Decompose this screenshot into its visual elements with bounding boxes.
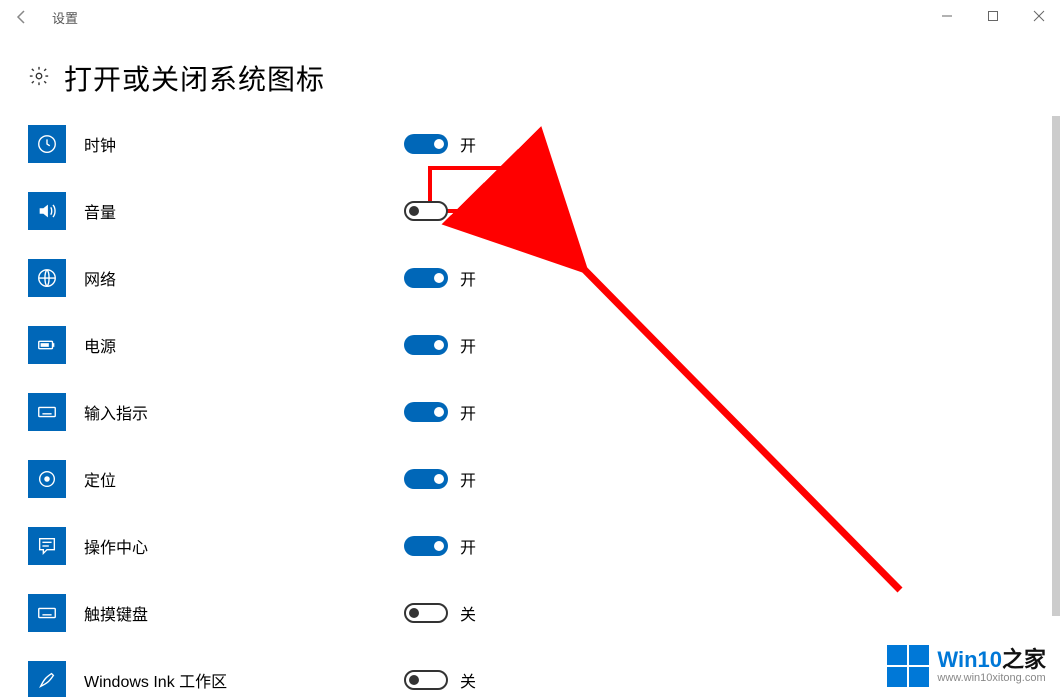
settings-list: 时钟开音量关网络开电源开输入指示开定位开操作中心开触摸键盘关Windows In… bbox=[0, 110, 1062, 697]
toggle-state-label: 开 bbox=[460, 266, 476, 290]
toggle-state-label: 关 bbox=[460, 199, 476, 223]
minimize-button[interactable] bbox=[924, 0, 970, 32]
toggle-wrap: 关 bbox=[404, 601, 476, 625]
toggle-wrap: 开 bbox=[404, 467, 476, 491]
windows-logo-icon bbox=[887, 645, 929, 687]
close-button[interactable] bbox=[1016, 0, 1062, 32]
settings-row: 音量 关 bbox=[0, 177, 1062, 244]
toggle-wrap: 关 bbox=[404, 668, 476, 692]
gear-icon bbox=[28, 65, 50, 92]
power-icon bbox=[28, 326, 66, 364]
toggle-switch[interactable] bbox=[404, 335, 448, 355]
toggle-wrap: 开 bbox=[404, 132, 476, 156]
toggle-wrap: 开 bbox=[404, 266, 476, 290]
back-button[interactable] bbox=[8, 3, 36, 31]
page-header: 打开或关闭系统图标 bbox=[28, 58, 1062, 98]
clock-icon bbox=[28, 125, 66, 163]
maximize-button[interactable] bbox=[970, 0, 1016, 32]
settings-row-label: 输入指示 bbox=[84, 400, 404, 424]
location-icon bbox=[28, 460, 66, 498]
settings-row: 定位 开 bbox=[0, 445, 1062, 512]
settings-row: 操作中心 开 bbox=[0, 512, 1062, 579]
settings-row: 触摸键盘 关 bbox=[0, 579, 1062, 646]
settings-row-label: Windows Ink 工作区 bbox=[84, 668, 404, 692]
toggle-wrap: 开 bbox=[404, 534, 476, 558]
toggle-switch[interactable] bbox=[404, 670, 448, 690]
titlebar: 设置 bbox=[0, 0, 1062, 34]
toggle-state-label: 关 bbox=[460, 601, 476, 625]
touch-keyboard-icon bbox=[28, 594, 66, 632]
page-title: 打开或关闭系统图标 bbox=[64, 58, 325, 98]
network-icon bbox=[28, 259, 66, 297]
toggle-state-label: 关 bbox=[460, 668, 476, 692]
toggle-state-label: 开 bbox=[460, 534, 476, 558]
toggle-switch[interactable] bbox=[404, 536, 448, 556]
toggle-switch[interactable] bbox=[404, 603, 448, 623]
settings-row: 网络 开 bbox=[0, 244, 1062, 311]
window-controls bbox=[924, 0, 1062, 32]
ink-icon bbox=[28, 661, 66, 697]
settings-row-label: 网络 bbox=[84, 266, 404, 290]
toggle-state-label: 开 bbox=[460, 333, 476, 357]
settings-row: 时钟 开 bbox=[0, 110, 1062, 177]
watermark-brand: Win10之家 bbox=[937, 648, 1046, 672]
settings-row-label: 触摸键盘 bbox=[84, 601, 404, 625]
watermark-url: www.win10xitong.com bbox=[937, 672, 1046, 684]
scrollbar[interactable] bbox=[1052, 116, 1060, 616]
window-title: 设置 bbox=[52, 8, 78, 27]
toggle-wrap: 开 bbox=[404, 333, 476, 357]
volume-icon bbox=[28, 192, 66, 230]
toggle-switch[interactable] bbox=[404, 469, 448, 489]
toggle-switch[interactable] bbox=[404, 134, 448, 154]
settings-row-label: 音量 bbox=[84, 199, 404, 223]
watermark: Win10之家 www.win10xitong.com bbox=[887, 645, 1046, 687]
toggle-wrap: 关 bbox=[404, 199, 476, 223]
action-center-icon bbox=[28, 527, 66, 565]
toggle-state-label: 开 bbox=[460, 132, 476, 156]
settings-row: 输入指示 开 bbox=[0, 378, 1062, 445]
settings-row: 电源 开 bbox=[0, 311, 1062, 378]
toggle-switch[interactable] bbox=[404, 268, 448, 288]
toggle-wrap: 开 bbox=[404, 400, 476, 424]
toggle-state-label: 开 bbox=[460, 400, 476, 424]
ime-icon bbox=[28, 393, 66, 431]
toggle-switch[interactable] bbox=[404, 402, 448, 422]
toggle-switch[interactable] bbox=[404, 201, 448, 221]
toggle-state-label: 开 bbox=[460, 467, 476, 491]
settings-row-label: 操作中心 bbox=[84, 534, 404, 558]
settings-row-label: 时钟 bbox=[84, 132, 404, 156]
settings-row-label: 定位 bbox=[84, 467, 404, 491]
settings-row-label: 电源 bbox=[84, 333, 404, 357]
